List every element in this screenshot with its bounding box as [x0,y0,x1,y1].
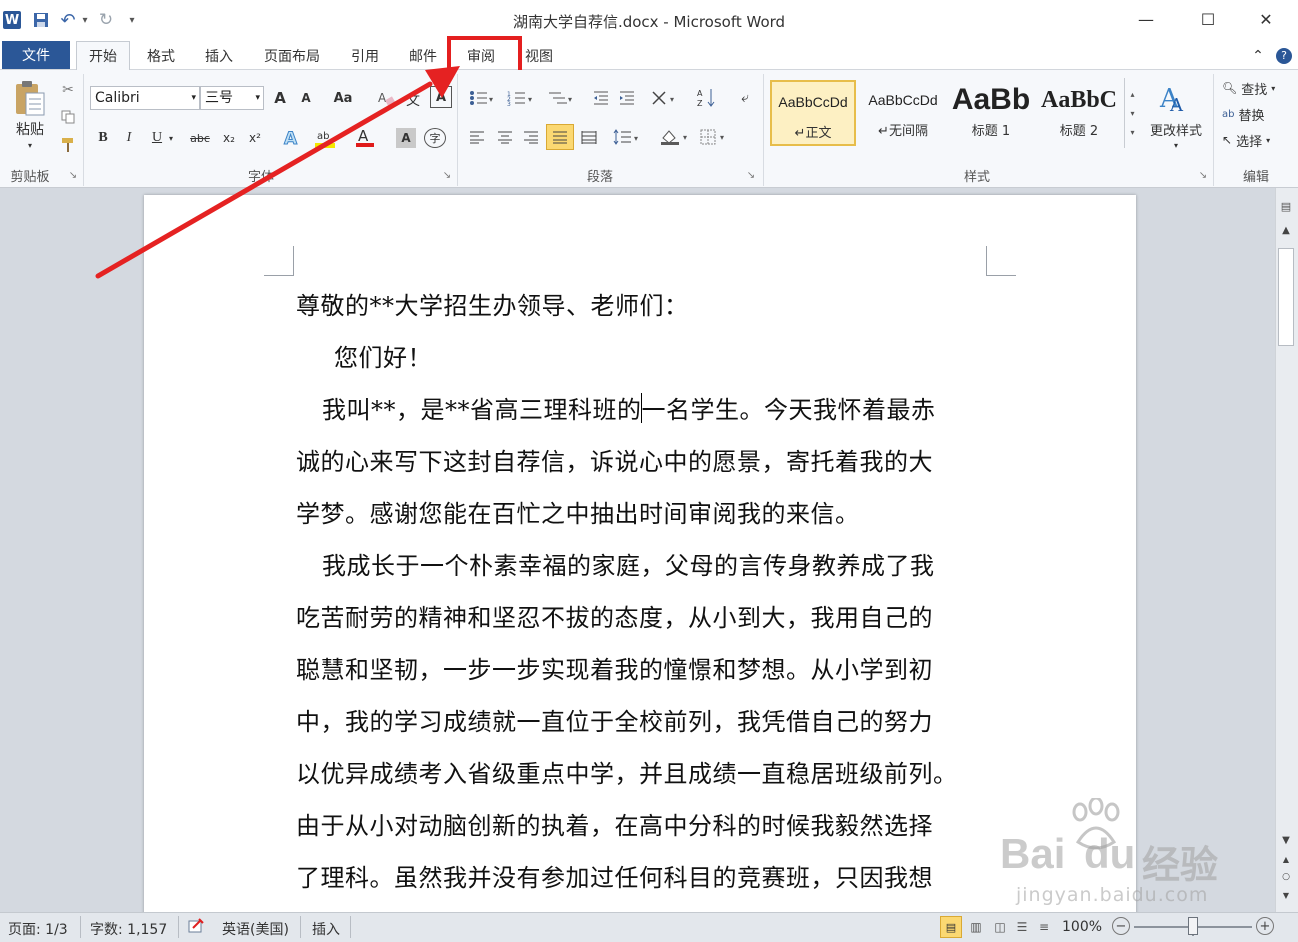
insert-mode[interactable]: 插入 [312,919,340,939]
select-browse-object-icon[interactable]: ○ [1277,870,1295,884]
draft-view-icon[interactable]: ≡ [1034,916,1054,938]
proofing-icon[interactable] [186,917,208,937]
page-count[interactable]: 页面: 1/3 [8,919,68,939]
status-separator [350,916,351,938]
language-indicator[interactable]: 英语(美国) [222,919,289,939]
scroll-thumb[interactable] [1278,248,1294,346]
status-separator [80,916,81,938]
status-separator [300,916,301,938]
scroll-up-icon[interactable]: ▲ [1277,222,1295,238]
full-screen-reading-icon[interactable]: ▥ [966,916,986,938]
zoom-in-button[interactable]: + [1256,917,1274,935]
zoom-level[interactable]: 100% [1062,919,1102,935]
zoom-slider-thumb[interactable] [1188,917,1198,935]
zoom-out-button[interactable]: − [1112,917,1130,935]
word-count[interactable]: 字数: 1,157 [90,919,167,939]
outline-view-icon[interactable]: ☰ [1012,916,1032,938]
print-layout-view-icon[interactable]: ▤ [940,916,962,938]
previous-page-icon[interactable]: ▲ [1277,852,1295,866]
status-separator [178,916,179,938]
web-layout-icon[interactable]: ◫ [990,916,1010,938]
scroll-down-icon[interactable]: ▼ [1277,832,1295,848]
annotation-arrow [95,66,460,279]
next-page-icon[interactable]: ▼ [1277,888,1295,902]
view-ruler-icon[interactable]: ▤ [1277,196,1295,216]
